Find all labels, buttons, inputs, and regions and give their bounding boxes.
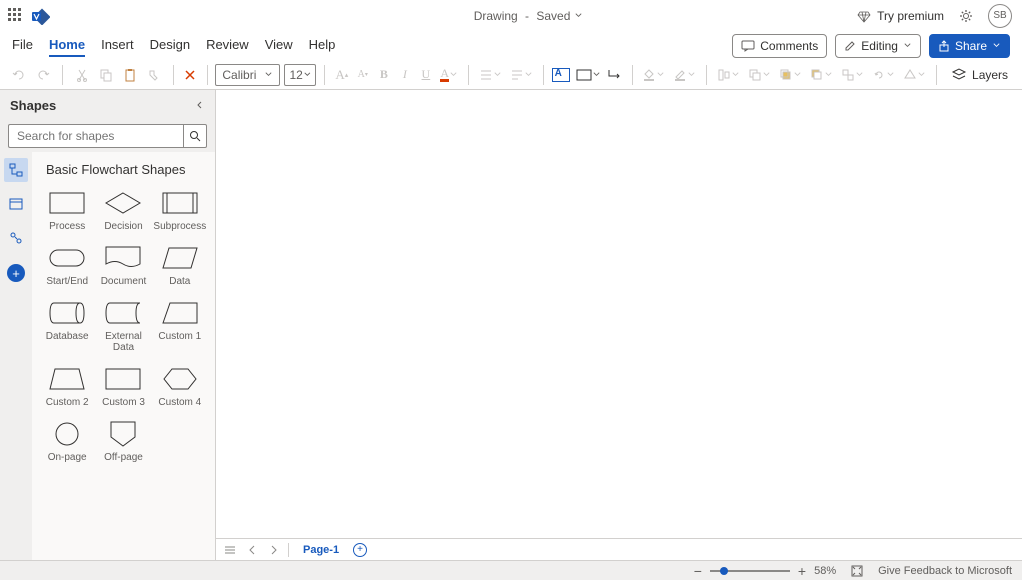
feedback-link[interactable]: Give Feedback to Microsoft xyxy=(878,565,1012,577)
shape-external-data[interactable]: External Data xyxy=(96,297,150,357)
save-status[interactable]: Saved xyxy=(536,9,570,23)
font-name-combo[interactable]: Calibri xyxy=(215,64,280,86)
search-icon xyxy=(189,130,201,142)
zoom-in-button[interactable]: + xyxy=(798,563,806,579)
menu-help[interactable]: Help xyxy=(309,34,336,57)
align-vertical-button[interactable] xyxy=(508,68,535,82)
comments-button[interactable]: Comments xyxy=(732,34,827,58)
shape-custom4[interactable]: Custom 4 xyxy=(153,363,207,412)
text-box-button[interactable] xyxy=(552,64,570,86)
connector-button[interactable] xyxy=(607,64,624,86)
zoom-slider[interactable] xyxy=(710,570,790,572)
layers-button[interactable]: Layers xyxy=(945,64,1014,86)
user-avatar[interactable]: SB xyxy=(988,4,1012,28)
change-shape-button[interactable] xyxy=(901,68,928,82)
menu-view[interactable]: View xyxy=(265,34,293,57)
align-horizontal-button[interactable] xyxy=(477,68,504,82)
shape-insert-button[interactable] xyxy=(574,69,603,81)
stencil-title: Basic Flowchart Shapes xyxy=(40,162,207,177)
menu-insert[interactable]: Insert xyxy=(101,34,134,57)
shape-subprocess[interactable]: Subprocess xyxy=(153,187,207,236)
decrease-font-button[interactable]: A▾ xyxy=(354,64,371,86)
layers-icon xyxy=(951,68,967,82)
fit-page-icon[interactable] xyxy=(850,564,864,578)
group-button[interactable] xyxy=(839,68,866,82)
stencil-flowchart-button[interactable] xyxy=(4,158,28,182)
shape-process[interactable]: Process xyxy=(40,187,94,236)
prev-page-button[interactable] xyxy=(244,542,260,558)
format-painter-button[interactable] xyxy=(143,64,165,86)
comment-icon xyxy=(741,40,755,52)
chevron-down-icon xyxy=(992,41,1001,50)
increase-font-button[interactable]: A▴ xyxy=(333,64,350,86)
editing-mode-button[interactable]: Editing xyxy=(835,34,921,58)
bold-button[interactable]: B xyxy=(375,64,392,86)
zoom-out-button[interactable]: − xyxy=(694,563,702,579)
app-launcher-icon[interactable] xyxy=(8,8,24,24)
visio-app-icon xyxy=(32,7,50,25)
undo-button[interactable] xyxy=(8,64,30,86)
shape-data[interactable]: Data xyxy=(153,242,207,291)
collapse-panel-icon[interactable] xyxy=(195,100,205,110)
menu-file[interactable]: File xyxy=(12,34,33,57)
settings-gear-icon[interactable] xyxy=(958,8,974,24)
line-color-button[interactable] xyxy=(671,68,698,82)
chevron-down-icon[interactable] xyxy=(574,11,583,20)
font-color-button[interactable]: A xyxy=(438,67,460,82)
rotate-button[interactable] xyxy=(870,68,897,82)
menu-design[interactable]: Design xyxy=(150,34,190,57)
bring-front-button[interactable] xyxy=(777,68,804,82)
shape-decision[interactable]: Decision xyxy=(96,187,150,236)
document-name[interactable]: Drawing xyxy=(474,9,518,23)
shapes-search-input[interactable] xyxy=(8,124,183,148)
add-stencil-button[interactable]: + xyxy=(7,264,25,282)
cut-button[interactable] xyxy=(71,64,93,86)
chevron-down-icon xyxy=(903,41,912,50)
align-shapes-button[interactable] xyxy=(715,68,742,82)
share-button[interactable]: Share xyxy=(929,34,1010,58)
copy-button[interactable] xyxy=(95,64,117,86)
font-size-combo[interactable]: 12 xyxy=(284,64,316,86)
paste-button[interactable] xyxy=(119,64,141,86)
diamond-icon xyxy=(857,9,871,23)
shape-offpage[interactable]: Off-page xyxy=(96,418,150,467)
shape-onpage[interactable]: On-page xyxy=(40,418,94,467)
stencil-3-button[interactable] xyxy=(4,226,28,250)
add-page-button[interactable]: + xyxy=(353,543,367,557)
fill-color-button[interactable] xyxy=(640,68,667,82)
pencil-icon xyxy=(844,40,856,52)
shape-custom1[interactable]: Custom 1 xyxy=(153,297,207,357)
try-premium-button[interactable]: Try premium xyxy=(857,9,944,23)
shape-start-end[interactable]: Start/End xyxy=(40,242,94,291)
menu-home[interactable]: Home xyxy=(49,34,85,57)
shapes-search-button[interactable] xyxy=(183,124,207,148)
shapes-panel-title: Shapes xyxy=(10,98,56,113)
redo-button[interactable] xyxy=(32,64,54,86)
italic-button[interactable]: I xyxy=(396,64,413,86)
share-icon xyxy=(938,40,950,52)
arrange-button[interactable] xyxy=(746,68,773,82)
all-pages-button[interactable] xyxy=(222,542,238,558)
send-back-button[interactable] xyxy=(808,68,835,82)
next-page-button[interactable] xyxy=(266,542,282,558)
menu-review[interactable]: Review xyxy=(206,34,249,57)
underline-button[interactable]: U xyxy=(417,64,434,86)
shape-document[interactable]: Document xyxy=(96,242,150,291)
shape-custom3[interactable]: Custom 3 xyxy=(96,363,150,412)
drawing-canvas[interactable]: Page-1 + xyxy=(216,90,1022,560)
delete-button[interactable] xyxy=(182,64,199,86)
shape-database[interactable]: Database xyxy=(40,297,94,357)
zoom-level[interactable]: 58% xyxy=(814,565,836,577)
page-tab-1[interactable]: Page-1 xyxy=(295,544,347,556)
shape-custom2[interactable]: Custom 2 xyxy=(40,363,94,412)
stencil-2-button[interactable] xyxy=(4,192,28,216)
